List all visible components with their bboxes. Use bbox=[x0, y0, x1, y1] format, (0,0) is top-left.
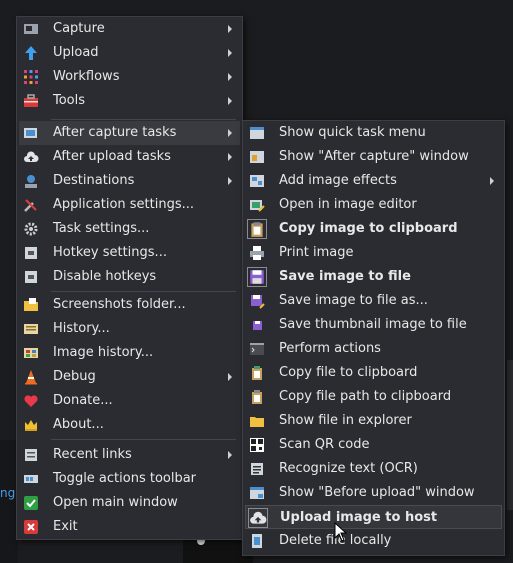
submenu-item-save-image-to-file[interactable]: Save image to file bbox=[245, 265, 502, 289]
chevron-right-icon bbox=[228, 153, 232, 161]
keyboard-disabled-icon bbox=[25, 271, 37, 283]
menu-item-hotkey-settings[interactable]: Hotkey settings... bbox=[19, 241, 240, 265]
upload-arrow-icon bbox=[25, 46, 37, 60]
background-link-fragment[interactable]: ng bbox=[0, 486, 15, 500]
heart-icon bbox=[24, 395, 38, 407]
folder-icon bbox=[24, 298, 38, 311]
submenu-item-copy-file-path-to-clipboard[interactable]: Copy file path to clipboard bbox=[245, 385, 502, 409]
menu-item-task-settings[interactable]: Task settings... bbox=[19, 217, 240, 241]
chevron-right-icon bbox=[228, 49, 232, 57]
wrench-screwdriver-icon bbox=[24, 199, 37, 212]
submenu-item-perform-actions[interactable]: Perform actions bbox=[245, 337, 502, 361]
exit-icon bbox=[24, 520, 38, 534]
submenu-item-delete-file-locally[interactable]: Delete file locally bbox=[245, 529, 502, 553]
menu-item-destinations[interactable]: Destinations bbox=[19, 169, 240, 193]
submenu-item-show-file-in-explorer[interactable]: Show file in explorer bbox=[245, 409, 502, 433]
explorer-folder-icon bbox=[250, 417, 264, 427]
menu-item-screenshots-folder[interactable]: Screenshots folder... bbox=[19, 293, 240, 317]
destinations-icon bbox=[25, 175, 37, 188]
copy-path-icon bbox=[252, 390, 262, 404]
printer-icon bbox=[250, 246, 264, 260]
menu-item-image-history[interactable]: Image history... bbox=[19, 341, 240, 365]
submenu-item-open-in-image-editor[interactable]: Open in image editor bbox=[245, 193, 502, 217]
menu-item-after-upload-tasks[interactable]: After upload tasks bbox=[19, 145, 240, 169]
menu-item-debug[interactable]: Debug bbox=[19, 365, 240, 389]
quick-task-menu-icon bbox=[250, 127, 264, 139]
menu-separator bbox=[51, 119, 236, 120]
crown-icon bbox=[25, 420, 37, 431]
tray-context-menu: Capture Upload Workflows Tools After cap… bbox=[16, 16, 243, 540]
delete-file-icon bbox=[252, 534, 262, 548]
menu-item-tools[interactable]: Tools bbox=[19, 89, 240, 113]
workflows-grid-icon bbox=[24, 70, 38, 84]
menu-item-toggle-actions-toolbar[interactable]: Toggle actions toolbar bbox=[19, 467, 240, 491]
background-scrollbar[interactable] bbox=[507, 360, 513, 510]
ocr-text-icon bbox=[251, 463, 263, 475]
mouse-cursor-icon bbox=[334, 522, 348, 542]
submenu-item-scan-qr-code[interactable]: Scan QR code bbox=[245, 433, 502, 457]
image-effects-icon bbox=[250, 175, 264, 187]
toolbox-icon bbox=[24, 94, 38, 107]
submenu-item-copy-file-to-clipboard[interactable]: Copy file to clipboard bbox=[245, 361, 502, 385]
submenu-item-show-quick-task-menu[interactable]: Show quick task menu bbox=[245, 121, 502, 145]
traffic-cone-icon bbox=[25, 370, 37, 385]
submenu-item-show-after-capture-window[interactable]: Show "After capture" window bbox=[245, 145, 502, 169]
chevron-right-icon bbox=[228, 373, 232, 381]
menu-separator bbox=[51, 291, 236, 292]
chevron-right-icon bbox=[228, 451, 232, 459]
image-history-icon bbox=[24, 348, 38, 358]
chevron-right-icon bbox=[228, 177, 232, 185]
menu-item-disable-hotkeys[interactable]: Disable hotkeys bbox=[19, 265, 240, 289]
menu-item-capture[interactable]: Capture bbox=[19, 17, 240, 41]
menu-item-upload[interactable]: Upload bbox=[19, 41, 240, 65]
submenu-item-copy-image-to-clipboard[interactable]: Copy image to clipboard bbox=[245, 217, 502, 241]
submenu-item-print-image[interactable]: Print image bbox=[245, 241, 502, 265]
menu-item-history[interactable]: History... bbox=[19, 317, 240, 341]
qr-code-icon bbox=[250, 438, 264, 452]
menu-item-workflows[interactable]: Workflows bbox=[19, 65, 240, 89]
floppy-disk-icon bbox=[247, 267, 267, 287]
terminal-icon bbox=[250, 343, 264, 355]
submenu-item-save-image-to-file-as[interactable]: Save image to file as... bbox=[245, 289, 502, 313]
menu-item-about[interactable]: About... bbox=[19, 413, 240, 437]
floppy-thumbnail-icon bbox=[253, 321, 262, 330]
chevron-right-icon bbox=[228, 97, 232, 105]
chevron-right-icon bbox=[228, 129, 232, 137]
menu-item-recent-links[interactable]: Recent links bbox=[19, 443, 240, 467]
before-upload-window-icon bbox=[250, 487, 264, 499]
image-editor-icon bbox=[250, 200, 265, 212]
after-capture-tasks-submenu: Show quick task menu Show "After capture… bbox=[242, 120, 505, 556]
chevron-right-icon bbox=[490, 177, 494, 185]
keyboard-icon bbox=[25, 247, 37, 259]
menu-item-after-capture-tasks[interactable]: After capture tasks bbox=[19, 121, 240, 145]
chevron-right-icon bbox=[228, 73, 232, 81]
after-capture-icon bbox=[24, 128, 37, 138]
cloud-upload-icon bbox=[24, 151, 39, 162]
menu-separator bbox=[51, 439, 236, 440]
chevron-right-icon bbox=[228, 25, 232, 33]
capture-icon bbox=[24, 24, 38, 34]
history-icon bbox=[24, 324, 38, 334]
window-icon bbox=[250, 151, 264, 163]
check-icon bbox=[24, 496, 38, 510]
clipboard-icon bbox=[247, 219, 267, 239]
submenu-item-save-thumbnail-image-to-file[interactable]: Save thumbnail image to file bbox=[245, 313, 502, 337]
submenu-item-recognize-text-ocr[interactable]: Recognize text (OCR) bbox=[245, 457, 502, 481]
recent-links-icon bbox=[25, 449, 37, 461]
menu-item-open-main-window[interactable]: Open main window bbox=[19, 491, 240, 515]
floppy-disk-as-icon bbox=[251, 295, 265, 309]
submenu-item-upload-image-to-host[interactable]: Upload image to host bbox=[245, 505, 502, 529]
submenu-item-show-before-upload-window[interactable]: Show "Before upload" window bbox=[245, 481, 502, 505]
toolbar-icon bbox=[24, 475, 38, 483]
gear-icon bbox=[24, 222, 38, 236]
menu-item-application-settings[interactable]: Application settings... bbox=[19, 193, 240, 217]
menu-item-exit[interactable]: Exit bbox=[19, 515, 240, 539]
cloud-upload-host-icon bbox=[248, 508, 268, 528]
menu-item-donate[interactable]: Donate... bbox=[19, 389, 240, 413]
submenu-item-add-image-effects[interactable]: Add image effects bbox=[245, 169, 502, 193]
copy-file-icon bbox=[252, 366, 262, 380]
